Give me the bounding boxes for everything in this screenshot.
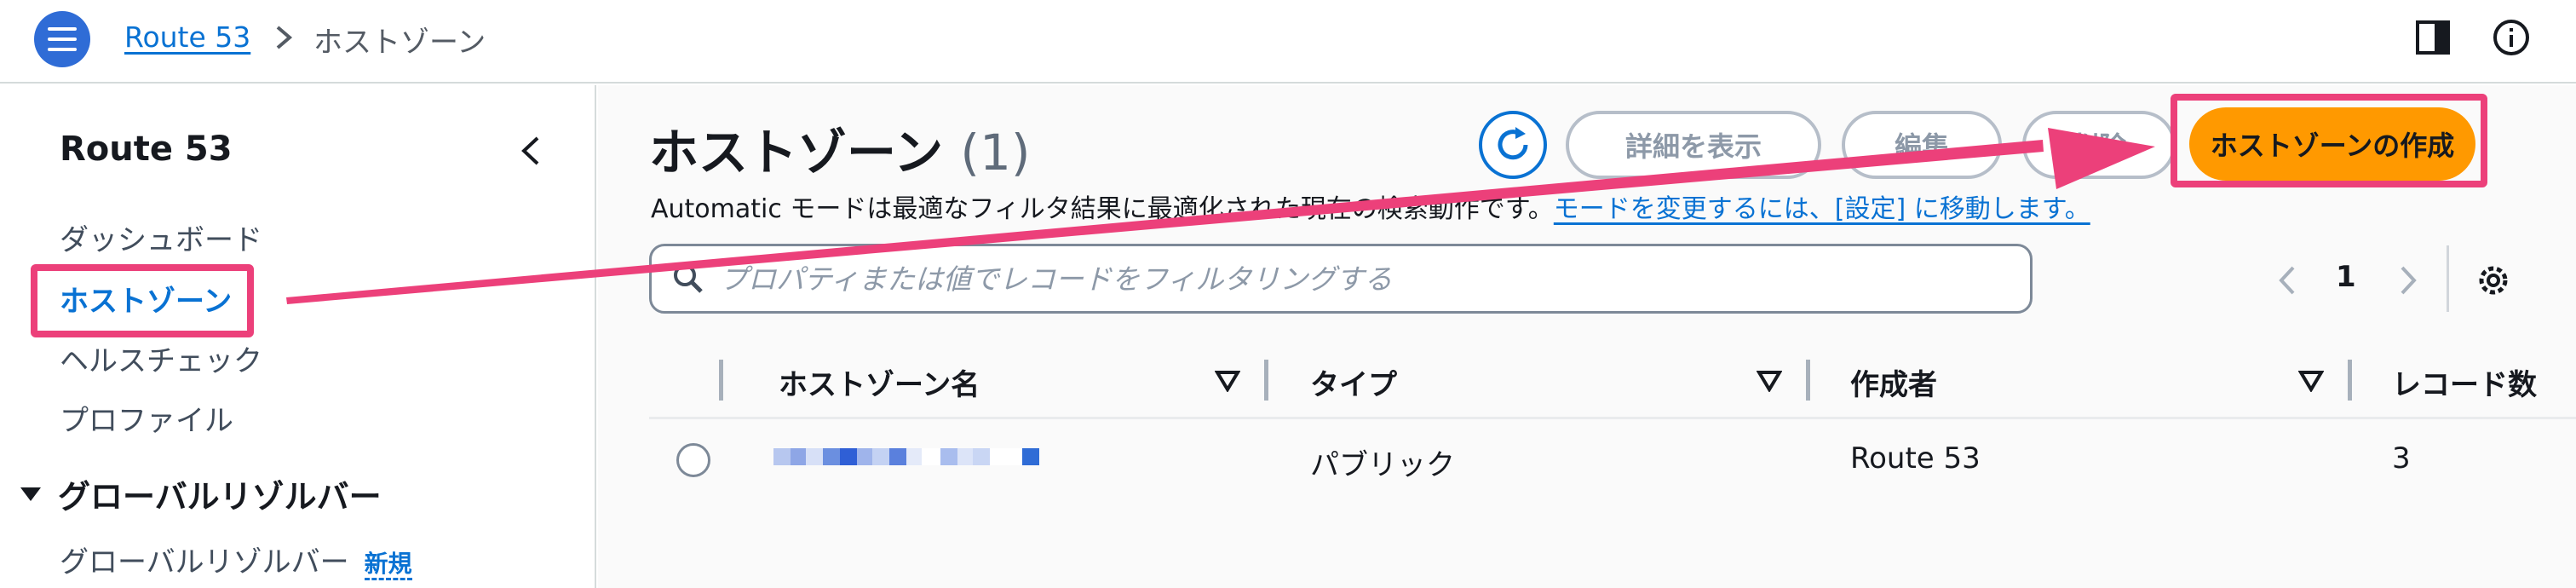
sidebar-item-hosted-zones[interactable]: ホストゾーン (60, 278, 232, 320)
previous-page-icon[interactable] (2274, 262, 2300, 298)
new-badge: 新規 (364, 550, 412, 580)
column-divider (1806, 360, 1810, 401)
column-divider (2348, 360, 2352, 401)
hosted-zone-name-redacted[interactable] (773, 448, 1039, 469)
search-mode-info: Automatic モードは最適なフィルタ結果に最適化された現在の検索動作です。… (651, 187, 2090, 225)
sidebar-item-dashboard[interactable]: ダッシュボード (60, 216, 262, 258)
sidebar-item-health-checks[interactable]: ヘルスチェック (60, 337, 262, 379)
refresh-icon (1498, 127, 1528, 160)
info-icon[interactable] (2491, 17, 2532, 58)
main-content: ホストゾーン (1) 詳細を表示 編集 削除 ホストゾーンの作成 Automat… (598, 85, 2576, 588)
page-title: ホストゾーン (1) (649, 112, 1030, 184)
caret-down-icon (20, 487, 41, 501)
split-panel-icon[interactable] (2412, 17, 2453, 58)
sort-icon[interactable] (2298, 370, 2324, 392)
breadcrumb-current: ホストゾーン (313, 26, 486, 60)
edit-button[interactable]: 編集 (1842, 111, 2002, 179)
delete-button[interactable]: 削除 (2022, 111, 2176, 179)
page-number[interactable]: 1 (2336, 260, 2356, 294)
sidebar-section-global-resolver[interactable]: グローバルリゾルバー (20, 470, 382, 517)
row-radio-button[interactable] (676, 443, 710, 477)
cell-type: パブリック (1310, 448, 1455, 482)
cell-created-by: Route 53 (1850, 441, 1981, 476)
sidebar-section-label: グローバルリゾルバー (58, 478, 382, 516)
column-header-record-count[interactable]: レコード数 (2392, 361, 2576, 403)
column-header-name[interactable]: ホストゾーン名 (779, 361, 980, 403)
search-input[interactable] (720, 262, 2015, 296)
create-hosted-zone-button[interactable]: ホストゾーンの作成 (2189, 107, 2475, 181)
change-mode-link[interactable]: モードを変更するには、[設定] に移動します。 (1554, 194, 2090, 224)
sidebar-item-global-resolver[interactable]: グローバルリゾルバー 新規 (60, 539, 412, 580)
sidebar: Route 53 ダッシュボード ホストゾーン ヘルスチェック プロファイル グ… (0, 85, 596, 588)
table-row: パブリック Route 53 3 (649, 421, 2576, 499)
column-divider (1264, 360, 1268, 401)
search-box[interactable] (649, 244, 2033, 314)
table-header: ホストゾーン名 タイプ 作成者 レコード数 (649, 341, 2576, 419)
page-title-count: (1) (960, 124, 1031, 182)
sort-icon[interactable] (1215, 370, 1240, 392)
page-title-text: ホストゾーン (649, 124, 944, 182)
chevron-right-icon (276, 26, 293, 49)
pager-divider (2447, 245, 2449, 312)
gear-icon[interactable] (2474, 261, 2513, 300)
next-page-icon[interactable] (2395, 262, 2421, 298)
search-mode-info-text: Automatic モードは最適なフィルタ結果に最適化された現在の検索動作です。 (651, 194, 1554, 224)
top-navigation-bar: Route 53 ホストゾーン (0, 0, 2576, 84)
sidebar-title: Route 53 (60, 130, 233, 169)
cell-record-count: 3 (2392, 441, 2411, 476)
breadcrumb-route53-link[interactable]: Route 53 (124, 20, 250, 54)
refresh-button[interactable] (1479, 111, 1547, 179)
menu-icon[interactable] (34, 11, 90, 67)
sidebar-item-label: グローバルリゾルバー (60, 545, 349, 579)
sort-icon[interactable] (1757, 370, 1782, 392)
column-header-type[interactable]: タイプ (1310, 361, 1397, 403)
chevron-left-icon[interactable] (515, 131, 546, 170)
column-header-created-by[interactable]: 作成者 (1850, 361, 1937, 403)
view-details-button[interactable]: 詳細を表示 (1566, 111, 1821, 179)
column-divider (719, 360, 723, 401)
sidebar-item-profiles[interactable]: プロファイル (60, 397, 233, 439)
search-icon (674, 264, 703, 293)
